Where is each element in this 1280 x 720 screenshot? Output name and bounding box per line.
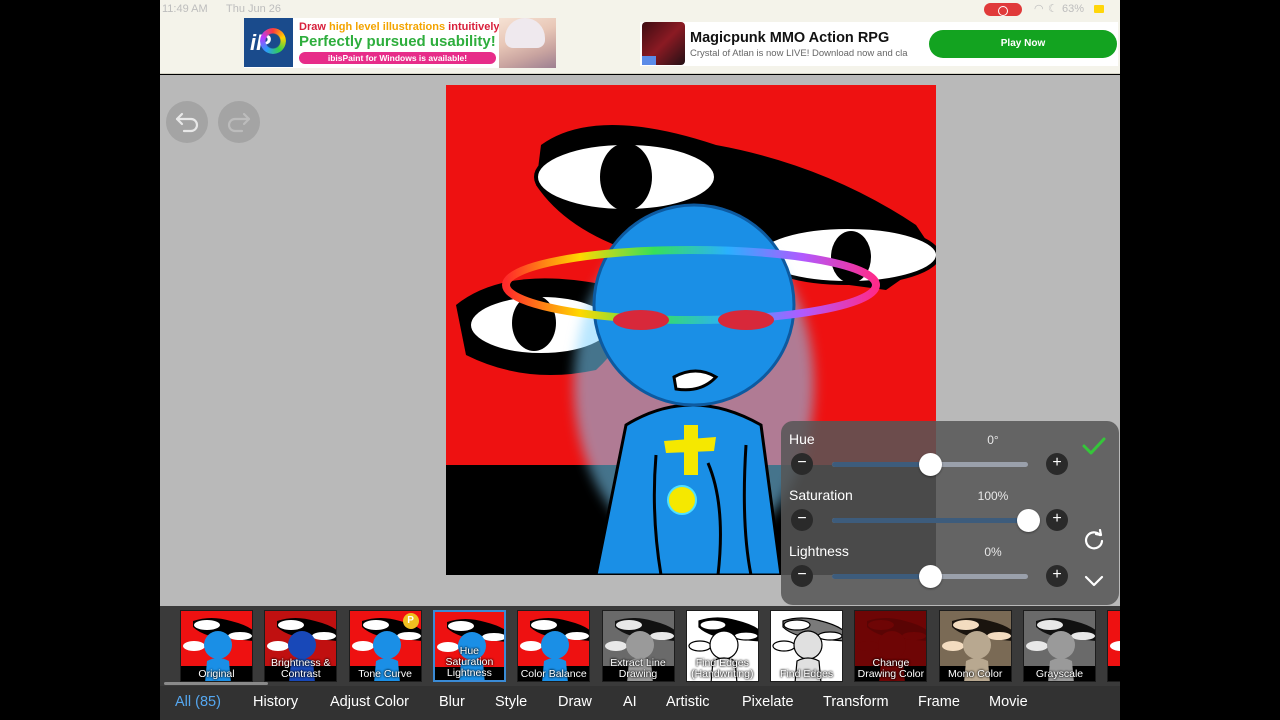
- lightness-slider-row: Lightness 0% − +: [781, 543, 1119, 599]
- saturation-increase-button[interactable]: +: [1046, 509, 1068, 531]
- ibispaint-ad[interactable]: iP Draw high level illustrations intuiti…: [244, 18, 556, 68]
- filter-original[interactable]: Original: [180, 610, 253, 682]
- category-tab-movie[interactable]: Movie: [989, 694, 1028, 710]
- filter-label: Original: [198, 668, 235, 680]
- lightness-slider-knob[interactable]: [919, 565, 942, 588]
- category-tab-style[interactable]: Style: [495, 694, 527, 710]
- saturation-slider-row: Saturation 100% − +: [781, 487, 1119, 543]
- lightness-increase-button[interactable]: +: [1046, 565, 1068, 587]
- hue-slider-row: Hue 0° − +: [781, 431, 1119, 487]
- undo-button[interactable]: [166, 101, 208, 143]
- status-time: 11:49 AM: [162, 3, 208, 15]
- chevron-down-icon[interactable]: [1083, 573, 1105, 589]
- status-date: Thu Jun 26: [226, 3, 282, 15]
- category-tab-blur[interactable]: Blur: [439, 694, 465, 710]
- filter-label: Hue Saturation Lightness: [445, 645, 494, 679]
- category-tab-adjust-color[interactable]: Adjust Color: [330, 694, 409, 710]
- saturation-decrease-button[interactable]: −: [791, 509, 813, 531]
- battery-icon: [1094, 5, 1104, 13]
- filter-find-edges[interactable]: Find Edges: [770, 610, 844, 682]
- hue-slider-knob[interactable]: [919, 453, 942, 476]
- filter-hue-saturation-lightness[interactable]: Hue Saturation Lightness: [432, 610, 506, 682]
- confirm-check-icon[interactable]: [1081, 435, 1107, 457]
- game-app-icon: [642, 22, 685, 65]
- app-screen: 11:49 AM Thu Jun 26 ◠ ☾ 63% iP Draw high…: [160, 0, 1120, 720]
- filter-label: Tone Curve: [358, 668, 412, 680]
- filter-brightness-contrast[interactable]: Brightness & Contrast: [264, 610, 338, 682]
- status-bar: 11:49 AM Thu Jun 26 ◠ ☾ 63%: [160, 0, 1120, 18]
- saturation-label: Saturation: [789, 487, 853, 503]
- ibispaint-logo-icon: iP: [244, 18, 293, 67]
- hue-increase-button[interactable]: +: [1046, 453, 1068, 475]
- strip-scrollbar[interactable]: [164, 682, 268, 685]
- hue-slider[interactable]: [832, 453, 1028, 476]
- filter-category-bar: All (85) History Adjust Color Blur Style Draw…: [160, 686, 1120, 720]
- category-tab-frame[interactable]: Frame: [918, 694, 960, 710]
- redo-button[interactable]: [218, 101, 260, 143]
- lightness-value: 0%: [984, 545, 1002, 559]
- filter-change-drawing-color[interactable]: Change Drawing Color: [854, 610, 928, 682]
- battery-percent: 63%: [1062, 3, 1085, 15]
- wifi-icon: ◠: [1034, 3, 1044, 15]
- filter-label: Bl: [1108, 669, 1120, 681]
- ad-headline: Draw high level illustrations intuitivel…: [299, 21, 504, 33]
- filter-label: Extract Line Drawing: [610, 657, 666, 680]
- filter-label: Find Edges: [780, 668, 834, 680]
- category-tab-transform[interactable]: Transform: [823, 694, 889, 710]
- redo-icon: [227, 112, 251, 133]
- screen-record-icon: [984, 3, 1022, 16]
- lightness-slider[interactable]: [832, 565, 1028, 588]
- filter-find-edges-handwriting[interactable]: Find Edges (Handwriting): [685, 610, 759, 682]
- category-tab-ai[interactable]: AI: [623, 694, 637, 710]
- filter-color-balance[interactable]: Color Balance: [517, 610, 591, 682]
- undo-icon: [175, 112, 199, 133]
- filter-label: Brightness & Contrast: [271, 657, 331, 680]
- category-tab-artistic[interactable]: Artistic: [666, 694, 710, 710]
- premium-badge-icon: P: [402, 613, 419, 629]
- filter-label: Mono Color: [948, 668, 1003, 680]
- canvas-workspace[interactable]: Hue 0° − + Saturation 100% − + Lightness…: [160, 75, 1120, 606]
- hue-decrease-button[interactable]: −: [791, 453, 813, 475]
- filter-mono-color[interactable]: Mono Color: [938, 610, 1012, 682]
- hue-label: Hue: [789, 431, 815, 447]
- filter-grayscale[interactable]: Grayscale: [1023, 610, 1096, 682]
- game-ad[interactable]: Magicpunk MMO Action RPG Crystal of Atla…: [640, 22, 1118, 66]
- lightness-decrease-button[interactable]: −: [791, 565, 813, 587]
- game-ad-title: Magicpunk MMO Action RPG: [690, 30, 890, 46]
- category-tab-pixelate[interactable]: Pixelate: [742, 694, 794, 710]
- filter-label: Find Edges (Handwriting): [691, 657, 754, 680]
- filter-label: Change Drawing Color: [857, 657, 925, 680]
- filter-label: Color Balance: [520, 668, 587, 680]
- category-tab-history[interactable]: History: [253, 694, 298, 710]
- ad-tagline: Perfectly pursued usability!: [299, 33, 496, 50]
- category-tab-all-85[interactable]: All (85): [175, 694, 221, 710]
- saturation-value: 100%: [977, 489, 1009, 503]
- moon-icon: ☾: [1048, 3, 1058, 15]
- hsl-adjust-panel: Hue 0° − + Saturation 100% − + Lightness…: [781, 421, 1119, 605]
- filter-extract-line-drawing[interactable]: Extract Line Drawing: [601, 610, 675, 682]
- filter-bl[interactable]: Bl: [1107, 610, 1120, 682]
- filter-thumbnail-strip[interactable]: Original Brightness & Contrast P Tone Curve…: [160, 606, 1120, 686]
- saturation-slider[interactable]: [832, 509, 1040, 532]
- reset-icon[interactable]: [1083, 529, 1105, 551]
- ad-artwork: [499, 18, 556, 68]
- game-ad-subtitle: Crystal of Atlan is now LIVE! Download n…: [690, 48, 908, 59]
- category-tab-draw[interactable]: Draw: [558, 694, 592, 710]
- filter-tone-curve[interactable]: P Tone Curve: [348, 610, 422, 682]
- play-now-button[interactable]: Play Now: [929, 30, 1117, 58]
- saturation-slider-knob[interactable]: [1017, 509, 1040, 532]
- lightness-label: Lightness: [789, 543, 849, 559]
- ad-subline: ibisPaint for Windows is available!: [299, 52, 496, 64]
- filter-label: Grayscale: [1035, 668, 1084, 680]
- ad-banner-bar: iP Draw high level illustrations intuiti…: [160, 18, 1120, 74]
- hue-value: 0°: [987, 433, 999, 447]
